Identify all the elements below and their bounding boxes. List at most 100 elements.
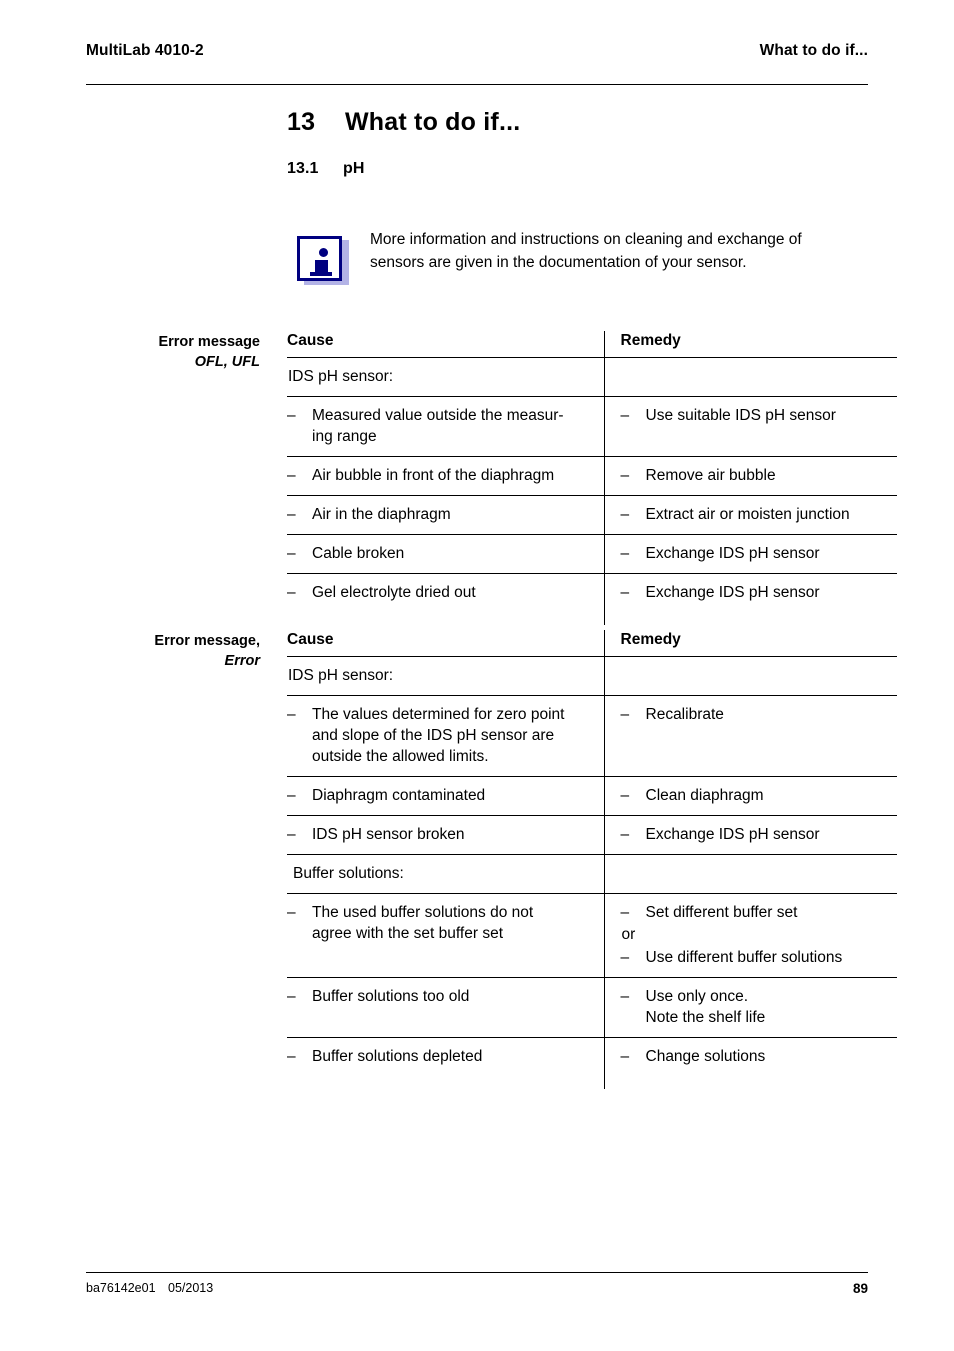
table-row: IDS pH sensor: xyxy=(287,656,897,696)
table-row: Buffer solutions: xyxy=(287,854,897,894)
header-divider xyxy=(86,84,868,85)
remedy-item: – Extract air or moisten junction xyxy=(621,504,898,525)
margin-label-line-1: Error message, xyxy=(154,633,260,649)
remedy-item-line-1: Recalibrate xyxy=(645,706,724,723)
cause-cell: – IDS pH sensor broken xyxy=(287,815,604,855)
cause-cell: IDS pH sensor: xyxy=(287,357,604,397)
cause-group-label: IDS pH sensor: xyxy=(288,667,394,684)
info-icon-foot xyxy=(310,272,332,276)
cause-item-line-2: and slope of the IDS pH sensor are xyxy=(312,727,555,744)
remedy-item-line-1: Remove air bubble xyxy=(645,467,776,484)
remedy-cell: – Use suitable IDS pH sensor xyxy=(603,396,897,457)
remedy-item: – Remove air bubble xyxy=(621,465,898,486)
footer-date: 05/2013 xyxy=(168,1281,214,1295)
remedy-item-line-1: Change solutions xyxy=(645,1048,766,1065)
remedy-item-line-1: Set different buffer set xyxy=(645,904,798,921)
remedy-item-line-1: Extract air or moisten junction xyxy=(645,506,850,523)
table-header-row: Cause Remedy xyxy=(287,630,897,657)
cause-item-line-1: Buffer solutions too old xyxy=(312,988,470,1005)
info-icon-box xyxy=(297,236,342,281)
info-icon xyxy=(297,236,349,288)
cause-cell: IDS pH sensor: xyxy=(287,656,604,696)
cause-item: – Air in the diaphragm xyxy=(287,504,604,525)
footer-document-id: ba76142e01 xyxy=(86,1281,156,1295)
column-header-remedy: Remedy xyxy=(603,331,897,358)
remedy-cell: – Extract air or moisten junction xyxy=(603,495,898,535)
bullet-dash: – xyxy=(620,787,630,804)
cause-item-line-1: Diaphragm contaminated xyxy=(312,787,486,804)
cause-item-line-1: Buffer solutions depleted xyxy=(312,1048,483,1065)
cause-cell: – Measured value outside the measur- ing… xyxy=(287,396,604,457)
bullet-dash: – xyxy=(287,467,296,484)
bullet-dash: – xyxy=(620,706,630,723)
table-row: – Gel electrolyte dried out – Exchange I… xyxy=(287,573,898,625)
cause-cell: – Buffer solutions depleted xyxy=(287,1038,604,1090)
remedy-cell: – Recalibrate xyxy=(603,695,898,777)
cause-item-line-2: agree with the set buffer set xyxy=(312,925,503,942)
remedy-cell: – Exchange IDS pH sensor xyxy=(603,534,898,574)
cause-item: – Buffer solutions too old xyxy=(287,986,604,1007)
margin-label-line-2: Error xyxy=(224,653,260,669)
bullet-dash: – xyxy=(287,787,296,804)
bullet-dash: – xyxy=(620,407,630,424)
cause-item: – Buffer solutions depleted xyxy=(287,1046,604,1067)
troubleshooting-table-ofl-ufl: Cause Remedy IDS pH sensor: – Measured v… xyxy=(287,331,897,625)
bullet-dash: – xyxy=(620,467,630,484)
cause-item-line-1: IDS pH sensor broken xyxy=(312,826,465,843)
cause-item: – Measured value outside the measur- ing… xyxy=(287,405,604,447)
table-row: – Measured value outside the measur- ing… xyxy=(287,396,897,457)
column-header-remedy: Remedy xyxy=(603,630,897,657)
header-chapter-title: What to do if... xyxy=(759,42,868,59)
bullet-dash: – xyxy=(287,706,296,723)
remedy-item-line-1: Exchange IDS pH sensor xyxy=(645,545,820,562)
info-note-line-2: sensors are given in the documentation o… xyxy=(370,254,747,271)
cause-group-label: Buffer solutions: xyxy=(293,865,404,882)
bullet-dash: – xyxy=(287,506,296,523)
remedy-item-line-1: Use only once. xyxy=(645,988,749,1005)
table-row: – Cable broken – Exchange IDS pH sensor xyxy=(287,534,898,574)
cause-cell: – Air in the diaphragm xyxy=(287,495,604,535)
cause-item: – Cable broken xyxy=(287,543,604,564)
bullet-dash: – xyxy=(287,1048,296,1065)
margin-label-line-1: Error message xyxy=(158,334,260,350)
cause-item-line-1: Air in the diaphragm xyxy=(312,506,451,523)
remedy-cell: – Exchange IDS pH sensor xyxy=(603,573,898,625)
table-row: – Buffer solutions depleted – Change sol… xyxy=(287,1037,898,1090)
bullet-dash: – xyxy=(620,1048,630,1065)
table-row: – The used buffer solutions do not agree… xyxy=(287,893,898,978)
remedy-item-alt-line-1: Use different buffer solutions xyxy=(645,949,843,966)
cause-cell: – Buffer solutions too old xyxy=(287,977,604,1038)
table-row: IDS pH sensor: xyxy=(287,357,897,397)
cause-cell: Buffer solutions: xyxy=(287,854,604,894)
remedy-item-line-1: Exchange IDS pH sensor xyxy=(645,584,820,601)
cause-group-label: IDS pH sensor: xyxy=(288,368,394,385)
bullet-dash: – xyxy=(287,407,296,424)
remedy-item: – Exchange IDS pH sensor xyxy=(621,824,898,845)
margin-label-error: Error message, Error xyxy=(60,631,260,671)
bullet-dash: – xyxy=(620,988,630,1005)
remedy-item: – Exchange IDS pH sensor xyxy=(621,582,898,603)
cause-item-line-1: Air bubble in front of the diaphragm xyxy=(312,467,555,484)
remedy-item: – Change solutions xyxy=(621,1046,898,1067)
chapter-title: What to do if... xyxy=(345,108,521,136)
header-document-title: MultiLab 4010-2 xyxy=(86,42,204,59)
cause-item: – The used buffer solutions do not agree… xyxy=(287,902,604,944)
footer-divider xyxy=(86,1272,868,1273)
table-row: – IDS pH sensor broken – Exchange IDS pH… xyxy=(287,815,898,855)
cause-item-line-2: ing range xyxy=(312,428,377,445)
running-header: MultiLab 4010-2 What to do if... xyxy=(86,42,868,60)
remedy-cell xyxy=(603,656,897,696)
remedy-cell xyxy=(603,854,897,894)
table-row: – Air bubble in front of the diaphragm –… xyxy=(287,456,898,496)
cause-item-line-1: Gel electrolyte dried out xyxy=(312,584,476,601)
remedy-cell: – Clean diaphragm xyxy=(603,776,897,816)
bullet-dash: – xyxy=(287,988,296,1005)
remedy-item: – Recalibrate xyxy=(621,704,898,725)
cause-cell: – Air bubble in front of the diaphragm xyxy=(287,456,604,496)
cause-item-line-3: outside the allowed limits. xyxy=(312,748,489,765)
remedy-item: – Use different buffer solutions xyxy=(621,947,898,968)
remedy-item: – Exchange IDS pH sensor xyxy=(621,543,898,564)
remedy-cell: – Remove air bubble xyxy=(603,456,898,496)
running-footer: ba76142e01 05/2013 89 xyxy=(86,1281,868,1301)
bullet-dash: – xyxy=(620,904,630,921)
